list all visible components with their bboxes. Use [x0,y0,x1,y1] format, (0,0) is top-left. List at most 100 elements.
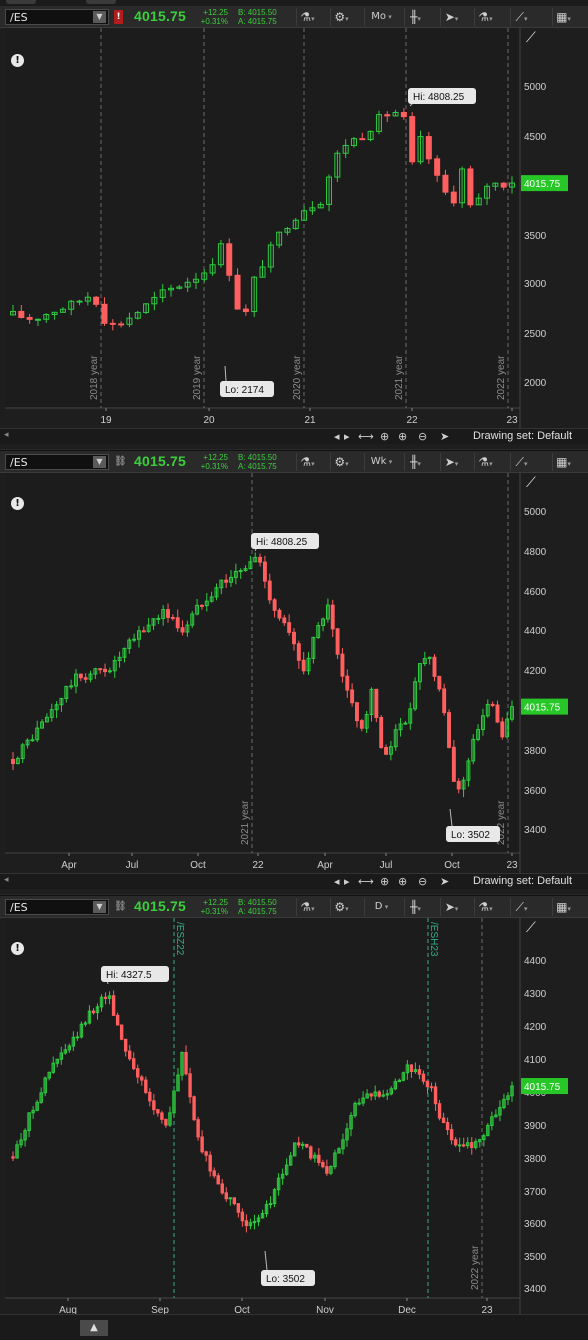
price-tick-label: 3500 [524,1252,547,1263]
drawing-tools-icon[interactable]: ⟋▾ [510,898,532,916]
candle-body [296,643,301,661]
pan-icon[interactable]: ⟷ [358,874,374,889]
drawing-set-label[interactable]: Drawing set: Default [473,430,572,442]
info-alert-icon[interactable]: ! [11,942,24,955]
scroll-right-small-icon[interactable]: ▸ [344,429,350,444]
cursor-icon[interactable]: ➤▾ [440,453,462,471]
last-price: 4015.75 [134,8,187,24]
chevron-down-icon[interactable]: ▼ [93,901,106,913]
chevron-down-icon: ▾ [523,460,528,468]
scroll-left-small-icon[interactable]: ◂ [334,874,340,889]
flask-icon[interactable]: ⚗▾ [296,898,318,916]
link-icon[interactable]: ⛓ [114,900,127,914]
symbol-field[interactable]: /ES ▼ [5,899,109,915]
alert-icon[interactable]: ! [114,10,123,24]
chevron-down-icon[interactable]: ▼ [93,456,106,468]
last-price-tag: 4015.75 [521,698,568,715]
zoom-in-icon[interactable]: ⊕ [398,429,407,444]
candle-body [379,716,384,748]
chart-bottom-bar: ◂ ◂ ▸ ⟷ ⊕ ⊕ ⊖ ➤ Drawing set: Default [0,873,588,889]
symbol-field[interactable]: /ES ▼ [5,454,109,470]
drawing-tools-icon[interactable]: ⟋▾ [510,453,532,471]
price-chart[interactable]: 2021 year2022 year5000480046004400420040… [0,473,588,877]
candle-body [11,758,15,765]
cursor-icon[interactable]: ➤▾ [440,8,462,26]
chevron-down-icon: ▾ [417,905,421,913]
candle-body [98,668,103,671]
zoom-out-icon[interactable]: ⊖ [418,874,427,889]
chevron-down-icon[interactable]: ▼ [93,11,106,23]
candle-body [272,599,277,611]
hi-callout-text: Hi: 4808.25 [256,537,308,548]
candlestick-style-icon[interactable]: ╫▾ [404,453,426,471]
flask-icon[interactable]: ⚗▾ [296,8,318,26]
cursor-icon: ➤ [444,455,455,469]
collapse-button[interactable]: ▲ [80,1320,108,1336]
link-icon[interactable]: ⛓ [114,455,127,469]
chart-footer: ▲ [0,1316,588,1340]
flask-icon: ⚗ [300,10,312,24]
studies-icon[interactable]: ⚗▾ [474,898,496,916]
draw-trendline-icon[interactable]: ⟋ [526,920,536,936]
price-tick-label: 3900 [524,1121,547,1132]
tab-stub[interactable] [6,0,36,4]
grid-layout-icon[interactable]: ▦▾ [552,8,574,26]
scroll-left-icon[interactable]: ◂ [4,875,9,885]
candle-body [109,322,116,325]
scroll-right-small-icon[interactable]: ▸ [344,874,350,889]
change-value: +12.25 [203,453,228,462]
zoom-out-icon[interactable]: ⊖ [418,429,427,444]
candle-body [103,996,108,999]
candle-body [234,274,241,310]
candle-body [78,673,83,679]
candlestick-style-icon[interactable]: ╫▾ [404,898,426,916]
pan-icon[interactable]: ⟷ [358,429,374,444]
cursor-icon[interactable]: ➤▾ [440,898,462,916]
price-chart[interactable]: 2018 year 2019 year 2020 year 2021 year 2022… [0,28,588,432]
info-alert-icon[interactable]: ! [11,497,24,510]
chevron-down-icon: ▾ [382,903,389,911]
chevron-down-icon: ▾ [386,13,392,21]
net-change: +12.25 +0.31% [198,8,228,26]
studies-icon[interactable]: ⚗▾ [474,453,496,471]
scroll-left-small-icon[interactable]: ◂ [334,429,340,444]
draw-trendline-icon[interactable]: ⟋ [526,475,536,491]
candle-body [160,1112,164,1120]
studies-icon: ⚗ [478,455,490,469]
pointer-icon[interactable]: ➤ [440,874,449,889]
candle-body [305,1143,309,1148]
period-selector[interactable]: D ▾ [364,898,398,916]
zoom-in-icon[interactable]: ⊕ [398,874,407,889]
grid-layout-icon[interactable]: ▦▾ [552,453,574,471]
gear-icon[interactable]: ⚙▾ [330,8,352,26]
period-selector[interactable]: Wk ▾ [364,453,398,471]
info-alert-icon[interactable]: ! [11,54,24,67]
price-chart[interactable]: 2022 year/ESZ22/ESH234400430042004100400… [0,918,588,1322]
studies-icon[interactable]: ⚗▾ [474,8,496,26]
crosshair-icon[interactable]: ⊕ [380,874,389,889]
candle-body [297,1142,301,1146]
scroll-left-icon[interactable]: ◂ [4,430,9,440]
candle-body [432,656,437,677]
candle-body [156,1109,160,1114]
gear-icon: ⚙ [334,900,346,914]
gear-icon[interactable]: ⚙▾ [330,453,352,471]
crosshair-icon[interactable]: ⊕ [380,429,389,444]
grid-layout-icon[interactable]: ▦▾ [552,898,574,916]
period-selector[interactable]: Mo ▾ [364,8,398,26]
price-tick-label: 3600 [524,1219,547,1230]
symbol-field[interactable]: /ES ▼ [5,9,109,25]
candle-body [123,1038,128,1052]
price-tick-label: 4400 [524,956,547,967]
drawing-tools-icon[interactable]: ⟋▾ [510,8,532,26]
draw-trendline-icon[interactable]: ⟋ [526,30,536,46]
pointer-icon[interactable]: ➤ [440,429,449,444]
plot-area [5,918,520,1298]
candlestick-style-icon[interactable]: ╫▾ [404,8,426,26]
flask-icon[interactable]: ⚗▾ [296,453,318,471]
drawing-set-label[interactable]: Drawing set: Default [473,875,572,887]
candle-body [132,638,137,641]
gear-icon[interactable]: ⚙▾ [330,898,352,916]
candle-body [359,138,366,141]
tab-stub[interactable] [86,0,116,4]
